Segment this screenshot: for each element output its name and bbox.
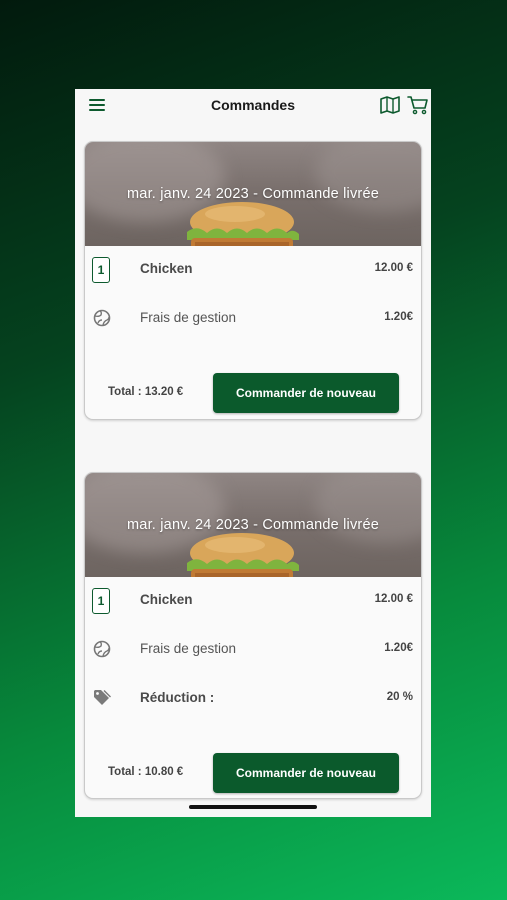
fee-price: 1.20€ bbox=[384, 642, 413, 654]
page-title: Commandes bbox=[210, 97, 296, 113]
burger-image bbox=[187, 533, 299, 577]
order-date-status: mar. janv. 24 2023 - Commande livrée bbox=[127, 517, 379, 533]
item-name: Chicken bbox=[140, 261, 193, 276]
fee-label: Frais de gestion bbox=[140, 310, 237, 325]
fee-price: 1.20€ bbox=[384, 311, 413, 323]
order-banner: mar. janv. 24 2023 - Commande livrée bbox=[85, 142, 421, 246]
quantity-badge: 1 bbox=[92, 588, 110, 614]
order-item-row: 1 Chicken 12.00 € bbox=[85, 255, 421, 285]
order-card: mar. janv. 24 2023 - Commande livrée 1 C… bbox=[84, 472, 422, 799]
item-name: Chicken bbox=[140, 592, 193, 607]
globe-icon bbox=[93, 309, 111, 327]
burger-image bbox=[187, 202, 299, 246]
top-bar: Commandes bbox=[75, 89, 431, 123]
discount-label: Réduction : bbox=[140, 690, 215, 705]
order-banner: mar. janv. 24 2023 - Commande livrée bbox=[85, 473, 421, 577]
home-indicator[interactable] bbox=[189, 805, 317, 809]
fee-row: Frais de gestion 1.20€ bbox=[85, 304, 421, 334]
globe-icon bbox=[93, 640, 111, 658]
app-screen: Commandes mar. janv. 24 2023 - Commande … bbox=[75, 89, 431, 817]
fee-label: Frais de gestion bbox=[140, 641, 237, 656]
item-price: 12.00 € bbox=[374, 262, 413, 274]
reorder-button[interactable]: Commander de nouveau bbox=[213, 753, 399, 793]
order-date-status: mar. janv. 24 2023 - Commande livrée bbox=[127, 186, 379, 202]
order-item-row: 1 Chicken 12.00 € bbox=[85, 586, 421, 616]
reorder-button[interactable]: Commander de nouveau bbox=[213, 373, 399, 413]
discount-value: 20 % bbox=[386, 691, 413, 703]
map-icon[interactable] bbox=[380, 96, 400, 114]
tag-icon bbox=[94, 690, 111, 705]
discount-row: Réduction : 20 % bbox=[85, 684, 421, 714]
quantity-badge: 1 bbox=[92, 257, 110, 283]
order-total: Total : 13.20 € bbox=[108, 386, 184, 398]
item-price: 12.00 € bbox=[374, 593, 413, 605]
cart-icon[interactable] bbox=[407, 95, 429, 115]
order-card: mar. janv. 24 2023 - Commande livrée 1 C… bbox=[84, 141, 422, 420]
order-total: Total : 10.80 € bbox=[108, 766, 184, 778]
fee-row: Frais de gestion 1.20€ bbox=[85, 635, 421, 665]
